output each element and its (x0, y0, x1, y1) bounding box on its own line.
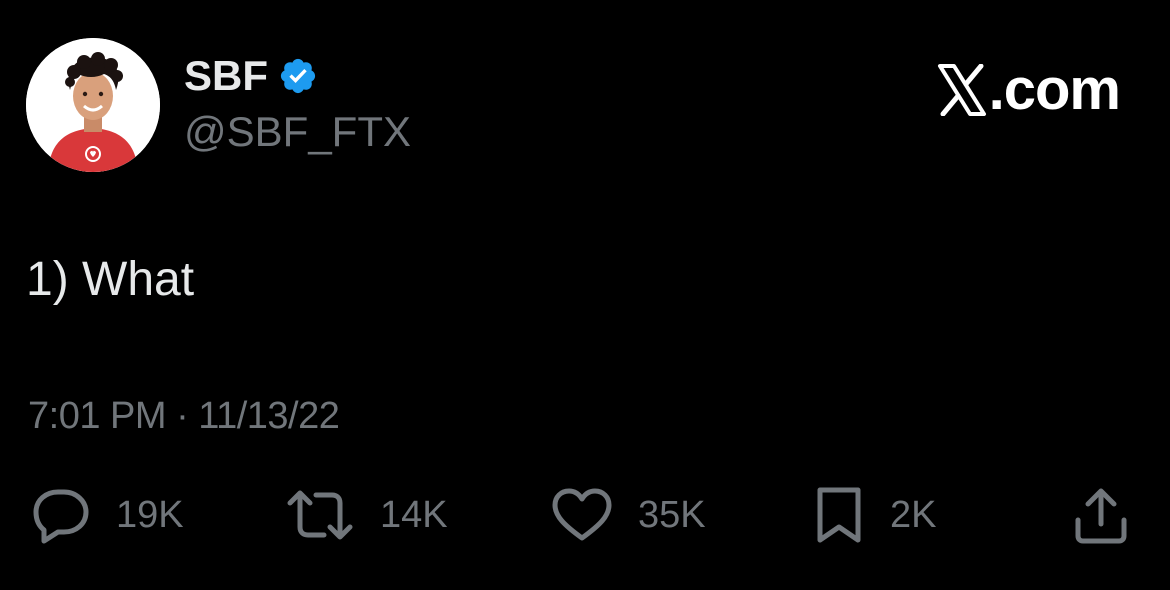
avatar-illustration (26, 38, 160, 172)
display-name[interactable]: SBF (184, 52, 268, 100)
avatar[interactable] (26, 38, 160, 172)
retweet-button[interactable]: 14K (284, 484, 448, 546)
bookmark-button[interactable]: 2K (812, 484, 936, 546)
tweet-timestamp[interactable]: 7:01 PM · 11/13/22 (28, 394, 340, 438)
x-logo-icon (937, 63, 987, 117)
author-name-row[interactable]: SBF (184, 52, 318, 100)
verified-badge-icon (278, 56, 318, 96)
share-button[interactable] (1070, 484, 1132, 546)
share-icon (1070, 484, 1132, 546)
heart-icon (550, 486, 614, 544)
author-handle[interactable]: @SBF_FTX (184, 108, 411, 156)
reply-count: 19K (116, 494, 184, 536)
reply-button[interactable]: 19K (28, 484, 184, 546)
brand-label: .com (988, 57, 1121, 122)
like-button[interactable]: 35K (550, 484, 706, 546)
bookmark-count: 2K (890, 494, 937, 536)
retweet-count: 14K (380, 494, 448, 536)
retweet-icon (284, 485, 356, 545)
tweet-text: 1) What (26, 253, 195, 306)
bookmark-icon (812, 484, 866, 546)
like-count: 35K (638, 494, 706, 536)
brand-watermark: .com (937, 57, 1121, 122)
reply-icon (28, 485, 92, 545)
